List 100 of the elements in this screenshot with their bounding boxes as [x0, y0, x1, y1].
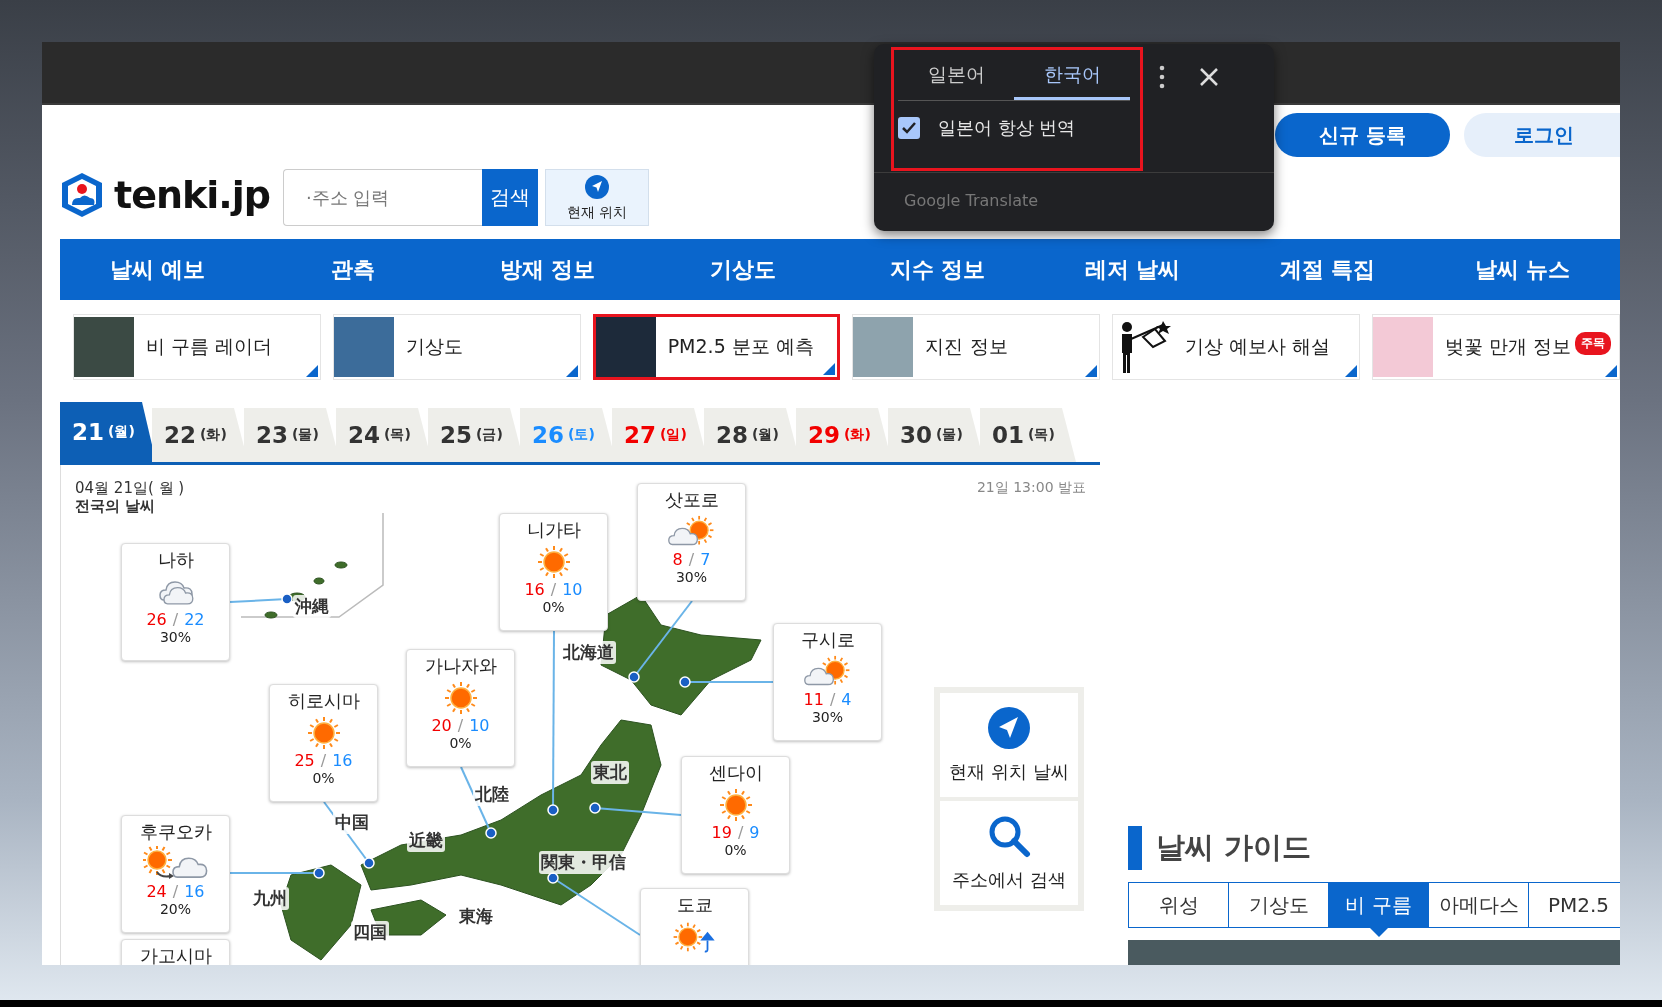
- city-weather-card[interactable]: 가고시마: [121, 939, 230, 965]
- checkbox[interactable]: [898, 117, 920, 139]
- map-thumbnail-placeholder: [595, 317, 656, 377]
- address-search-field[interactable]: ·주소 입력: [283, 169, 482, 226]
- blossom-photo-placeholder: [1373, 317, 1434, 377]
- rain-chance: 0%: [449, 735, 472, 751]
- nav-link[interactable]: 관측: [255, 239, 450, 300]
- corner-triangle-icon: [1345, 365, 1358, 377]
- city-weather-card[interactable]: 삿포로 8 / 7 30%: [637, 483, 746, 601]
- logo-text[interactable]: tenki.jp: [114, 173, 270, 217]
- signup-button[interactable]: 신규 등록: [1275, 113, 1450, 157]
- region-label: 中国: [333, 811, 371, 834]
- low-temp: 10: [469, 716, 490, 735]
- map-thumbnail-placeholder: [333, 317, 394, 377]
- rain-chance: 20%: [159, 901, 192, 917]
- low-temp: 22: [184, 610, 205, 629]
- low-temp: 16: [332, 751, 353, 770]
- city-name: 도쿄: [676, 893, 713, 917]
- quick-link-card[interactable]: 기상도: [332, 314, 581, 380]
- low-temp: 9: [749, 823, 760, 842]
- quick-link-card[interactable]: PM2.5 분포 예측: [592, 314, 841, 380]
- current-location-button[interactable]: 현재 위치: [545, 169, 649, 226]
- city-weather-card[interactable]: 니가타 16 / 10 0%: [499, 513, 608, 631]
- corner-triangle-icon: [565, 365, 578, 377]
- city-name: 히로시마: [287, 689, 360, 713]
- corner-triangle-icon: [1605, 365, 1617, 377]
- region-label: 東海: [457, 905, 495, 928]
- location-dot: [547, 804, 559, 816]
- heading-accent-bar: [1128, 826, 1142, 870]
- low-temp: 16: [184, 882, 205, 901]
- map-thumbnail-placeholder: [853, 317, 914, 377]
- temp-separator: /: [829, 690, 836, 709]
- city-name: 구시로: [800, 628, 855, 652]
- featured-badge: 주목: [1575, 332, 1611, 355]
- location-dot: [313, 867, 325, 879]
- city-name: 센다이: [708, 761, 763, 785]
- nav-link[interactable]: 지수 정보: [840, 239, 1035, 300]
- checkbox-label: 일본어 항상 번역: [938, 116, 1076, 140]
- low-temp: 4: [841, 690, 852, 709]
- quick-link-card[interactable]: 기상 예보사 해설: [1112, 314, 1361, 380]
- city-weather-card[interactable]: 구시로 11 / 4 30%: [773, 623, 882, 741]
- high-temp: 25: [294, 751, 315, 770]
- high-temp: 8: [672, 550, 683, 569]
- quick-link-label: 지진 정보: [925, 334, 1008, 359]
- rain-chance: 0%: [542, 599, 565, 615]
- corner-triangle-icon: [823, 363, 836, 375]
- quick-link-card[interactable]: 비 구름 레이더: [73, 314, 321, 380]
- high-temp: 26: [146, 610, 167, 629]
- quick-link-card[interactable]: 벚꽃 만개 정보 주목: [1372, 314, 1620, 380]
- high-temp: 19: [711, 823, 732, 842]
- nav-link[interactable]: 계절 특집: [1230, 239, 1425, 300]
- low-temp: 10: [562, 580, 583, 599]
- region-label: 沖縄: [293, 595, 331, 618]
- nav-link[interactable]: 방재 정보: [450, 239, 645, 300]
- location-weather-button[interactable]: 현재 위치 날씨: [940, 693, 1078, 797]
- city-weather-card[interactable]: 센다이 19 / 9 0%: [681, 756, 790, 874]
- rain-chance: 0%: [724, 842, 747, 858]
- city-weather-card[interactable]: 가나자와 20 / 10 0%: [406, 649, 515, 767]
- temp-separator: /: [550, 580, 557, 599]
- high-temp: 20: [431, 716, 452, 735]
- nav-link[interactable]: 날씨 뉴스: [1425, 239, 1620, 300]
- nav-link[interactable]: 레저 날씨: [1035, 239, 1230, 300]
- high-temp: 16: [524, 580, 545, 599]
- region-label: 北海道: [561, 641, 616, 664]
- forecast-subtitle: 전국의 날씨: [75, 497, 156, 516]
- region-label: 九州: [251, 887, 289, 910]
- temp-separator: /: [457, 716, 464, 735]
- temp-separator: /: [737, 823, 744, 842]
- region-label: 四国: [351, 921, 389, 944]
- temp-separator: /: [688, 550, 695, 569]
- quick-link-card[interactable]: 지진 정보: [852, 314, 1101, 380]
- region-label: 近畿: [407, 829, 445, 852]
- location-dot: [485, 827, 497, 839]
- city-name: 나하: [157, 548, 194, 572]
- quick-link-label: PM2.5 분포 예측: [667, 334, 814, 359]
- search-button[interactable]: 검색: [482, 169, 538, 226]
- address-search-button[interactable]: 주소에서 검색: [940, 801, 1078, 905]
- city-name: 후쿠오카: [139, 820, 212, 844]
- city-weather-card[interactable]: 후쿠오카 24 / 16 20%: [121, 815, 230, 933]
- location-dot: [628, 671, 640, 683]
- city-weather-card[interactable]: 도쿄: [640, 888, 749, 965]
- map-thumbnail-placeholder: [74, 317, 134, 377]
- rain-chance: 30%: [675, 569, 708, 585]
- temp-separator: /: [320, 751, 327, 770]
- high-temp: 24: [146, 882, 167, 901]
- language-tab[interactable]: 한국어: [1014, 52, 1130, 100]
- low-temp: 7: [700, 550, 711, 569]
- city-name: 니가타: [526, 518, 581, 542]
- rain-chance: 30%: [159, 629, 192, 645]
- nav-link[interactable]: 날씨 예보: [60, 239, 255, 300]
- city-weather-card[interactable]: 히로시마 25 / 16 0%: [269, 684, 378, 802]
- logo-icon: [60, 171, 104, 219]
- corner-triangle-icon: [305, 365, 318, 377]
- nav-link[interactable]: 기상도: [645, 239, 840, 300]
- city-weather-card[interactable]: 나하 26 / 22 30%: [121, 543, 230, 661]
- issued-time: 21일 13:00 발표: [976, 479, 1086, 497]
- login-button[interactable]: 로그인: [1464, 113, 1620, 157]
- quick-link-label: 기상 예보사 해설: [1185, 334, 1331, 359]
- city-name: 가나자와: [424, 654, 497, 678]
- language-tab[interactable]: 일본어: [898, 52, 1014, 100]
